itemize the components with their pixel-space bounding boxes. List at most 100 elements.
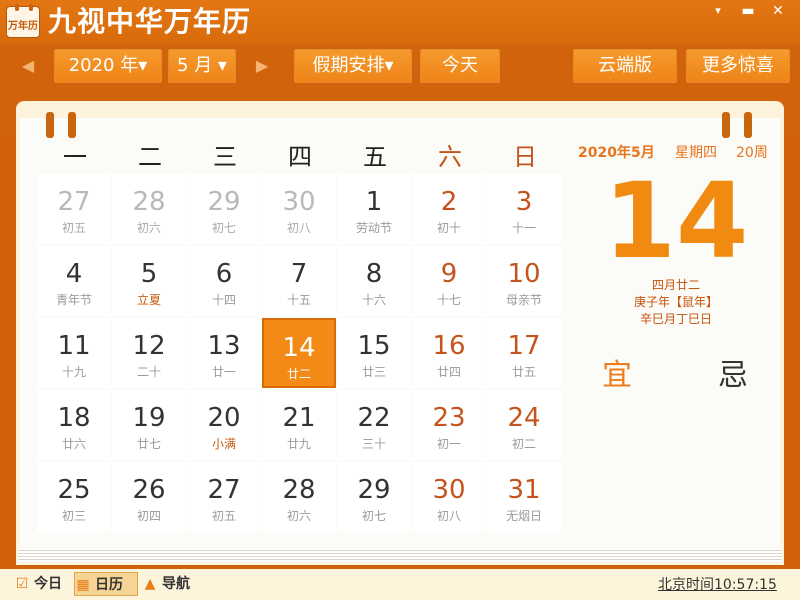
day-number: 29 <box>357 475 391 505</box>
day-number: 7 <box>290 259 308 289</box>
day-lunar-label: 十一 <box>511 221 536 235</box>
weekday-label: 日 <box>513 143 537 171</box>
day-lunar-label: 廿七 <box>136 437 161 451</box>
day-cell[interactable]: 30 初八 <box>412 462 486 532</box>
day-number: 28 <box>282 475 316 505</box>
day-cell[interactable]: 24 初二 <box>487 390 561 460</box>
day-number: 25 <box>57 475 91 505</box>
day-number: 18 <box>57 403 91 433</box>
day-cell[interactable]: 30 初八 <box>262 174 336 244</box>
holiday-schedule-button[interactable]: 假期安排▾ <box>294 49 412 83</box>
binder-ring-icon <box>744 112 752 138</box>
today-button[interactable]: 今天 <box>420 49 500 83</box>
day-cell[interactable]: 9 十七 <box>412 246 486 316</box>
ganzhi-year: 庚子年【鼠年】 <box>633 295 718 309</box>
day-cell[interactable]: 20 小满 <box>187 390 261 460</box>
day-cell[interactable]: 3 十一 <box>487 174 561 244</box>
status-calendar-label: 日历 <box>95 577 123 593</box>
day-cell[interactable]: 29 初七 <box>187 174 261 244</box>
day-cell[interactable]: 11 十九 <box>37 318 111 388</box>
status-calendar-button[interactable]: ▦ 日历 <box>74 572 138 596</box>
day-number: 14 <box>282 333 316 363</box>
day-lunar-label: 十九 <box>61 365 86 379</box>
day-lunar-label: 十六 <box>361 293 386 307</box>
day-cell[interactable]: 19 廿七 <box>112 390 186 460</box>
beijing-time-clock[interactable]: 北京时间10:57:15 <box>658 575 777 595</box>
day-cell[interactable]: 14 廿二 <box>262 318 336 388</box>
day-number: 27 <box>57 187 91 217</box>
status-nav-button[interactable]: ▲ 导航 <box>142 572 204 596</box>
day-lunar-label: 初四 <box>136 509 161 523</box>
next-month-arrow-icon[interactable]: ▶ <box>252 54 272 78</box>
day-number: 23 <box>432 403 466 433</box>
weekday-label: 二 <box>138 143 162 171</box>
day-cell[interactable]: 27 初五 <box>37 174 111 244</box>
day-lunar-label: 劳动节 <box>355 221 392 235</box>
day-cell[interactable]: 6 十四 <box>187 246 261 316</box>
day-lunar-label: 廿三 <box>361 365 386 379</box>
day-number: 17 <box>507 331 541 361</box>
day-cell[interactable]: 28 初六 <box>112 174 186 244</box>
menu-dropdown-icon[interactable]: ▾ <box>706 2 730 20</box>
day-lunar-label: 初十 <box>436 221 461 235</box>
day-lunar-label: 二十 <box>136 365 161 379</box>
day-cell[interactable]: 29 初七 <box>337 462 411 532</box>
cloud-version-button[interactable]: 云端版 <box>573 49 677 83</box>
yi-suitable-label[interactable]: 宜 <box>602 350 632 394</box>
day-cell[interactable]: 8 十六 <box>337 246 411 316</box>
day-cell[interactable]: 17 廿五 <box>487 318 561 388</box>
day-lunar-label: 廿五 <box>511 365 536 379</box>
day-cell[interactable]: 23 初一 <box>412 390 486 460</box>
binder-ring-icon <box>46 112 54 138</box>
day-lunar-label: 初八 <box>286 221 311 235</box>
day-number: 28 <box>132 187 166 217</box>
day-cell[interactable]: 21 廿九 <box>262 390 336 460</box>
day-cell[interactable]: 25 初三 <box>37 462 111 532</box>
day-lunar-label: 廿六 <box>61 437 86 451</box>
day-lunar-label: 廿一 <box>211 365 236 379</box>
day-cell[interactable]: 1 劳动节 <box>337 174 411 244</box>
day-lunar-label: 小满 <box>211 437 236 451</box>
paper-stack-edge <box>18 548 782 562</box>
day-cell[interactable]: 27 初五 <box>187 462 261 532</box>
day-cell[interactable]: 13 廿一 <box>187 318 261 388</box>
weekday-label: 四 <box>288 143 312 171</box>
day-cell[interactable]: 12 二十 <box>112 318 186 388</box>
ji-avoid-label[interactable]: 忌 <box>718 350 748 394</box>
lunar-date: 四月廿二 <box>651 278 700 292</box>
status-today-label: 今日 <box>34 576 62 592</box>
minimize-button[interactable]: ▬ <box>736 2 760 20</box>
day-lunar-label: 廿九 <box>286 437 311 451</box>
day-cell[interactable]: 5 立夏 <box>112 246 186 316</box>
day-lunar-label: 青年节 <box>55 293 92 307</box>
day-cell[interactable]: 7 十五 <box>262 246 336 316</box>
calendar-app-icon: 万年历 <box>6 4 40 38</box>
status-today-button[interactable]: ☑ 今日 <box>14 572 70 596</box>
day-cell[interactable]: 15 廿三 <box>337 318 411 388</box>
day-cell[interactable]: 28 初六 <box>262 462 336 532</box>
day-number: 30 <box>282 187 316 217</box>
day-cell[interactable]: 16 廿四 <box>412 318 486 388</box>
status-nav-label: 导航 <box>162 576 190 592</box>
day-cell[interactable]: 10 母亲节 <box>487 246 561 316</box>
day-number: 10 <box>507 259 541 289</box>
day-cell[interactable]: 18 廿六 <box>37 390 111 460</box>
close-button[interactable]: ✕ <box>766 2 790 20</box>
month-select[interactable]: 5 月 ▾ <box>168 49 236 83</box>
day-number: 27 <box>207 475 241 505</box>
day-number: 3 <box>515 187 533 217</box>
more-surprises-button[interactable]: 更多惊喜 <box>686 49 790 83</box>
title-bar: 万年历 九视中华万年历 ▾ ▬ ✕ <box>0 0 800 44</box>
selected-day-number: 14 <box>603 160 749 282</box>
day-cell[interactable]: 4 青年节 <box>37 246 111 316</box>
day-number: 8 <box>365 259 383 289</box>
prev-month-arrow-icon[interactable]: ◀ <box>18 54 38 78</box>
navigation-arrow-icon: ▲ <box>144 576 156 592</box>
day-cell[interactable]: 2 初十 <box>412 174 486 244</box>
day-cell[interactable]: 31 无烟日 <box>487 462 561 532</box>
day-cell[interactable]: 26 初四 <box>112 462 186 532</box>
weekday-label: 六 <box>438 143 462 171</box>
year-select[interactable]: 2020 年▾ <box>54 49 162 83</box>
day-cell[interactable]: 22 三十 <box>337 390 411 460</box>
day-lunar-label: 十四 <box>211 293 236 307</box>
